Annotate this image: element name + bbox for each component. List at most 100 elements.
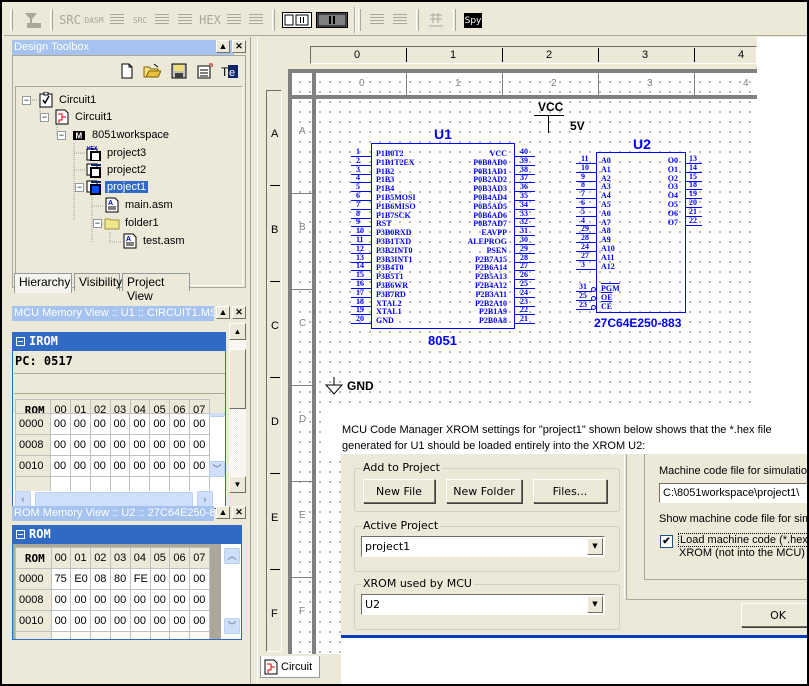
collapse-toggle[interactable]: − <box>22 96 31 105</box>
run-icon[interactable] <box>282 12 312 28</box>
rom-section-header[interactable]: ROM <box>12 525 242 544</box>
memory-byte[interactable]: 00 <box>189 610 210 632</box>
maximize-button[interactable]: ▲ <box>216 40 230 53</box>
close-button[interactable]: ✕ <box>232 506 246 519</box>
memory-byte[interactable]: 00 <box>149 413 171 435</box>
list-icon[interactable] <box>177 10 193 30</box>
collapse-toggle[interactable]: − <box>57 131 66 140</box>
u2-pin-label[interactable]: OE <box>601 293 613 302</box>
hex-button[interactable]: HEX <box>199 10 221 30</box>
ok-button[interactable]: OK <box>741 603 807 627</box>
u2-pin-label[interactable]: A11 <box>601 253 614 262</box>
scroll-down-button[interactable]: ﹀ <box>224 618 240 634</box>
src-button[interactable]: SRC <box>59 10 81 30</box>
toolbar-grip[interactable] <box>272 9 275 31</box>
machine-code-path-field[interactable]: C:\8051workspace\project1\ <box>659 483 807 503</box>
u2-pin-label[interactable]: O7 <box>668 218 678 227</box>
memory-byte[interactable]: 00 <box>129 610 151 632</box>
tab-project-view[interactable]: Project View <box>122 273 190 303</box>
memory-byte[interactable]: 00 <box>149 610 171 632</box>
u1-pin-label[interactable]: VCC <box>490 149 507 158</box>
gnd-symbol[interactable] <box>324 377 346 397</box>
u1-pin-label[interactable]: P0B4AD4 <box>473 193 507 202</box>
u1-pin-label[interactable]: ALEPROG <box>467 237 507 246</box>
new-folder-button[interactable]: New Folder <box>446 479 522 503</box>
u1-pin-label[interactable]: P0B3AD3 <box>473 184 507 193</box>
u1-pin-label[interactable]: P0B6AD6 <box>473 211 507 220</box>
memory-byte[interactable]: 00 <box>129 413 151 435</box>
tree-node-folder1[interactable]: folder1 <box>104 215 161 231</box>
u1-pin-label[interactable]: P2B7A15 <box>475 255 507 264</box>
memory-byte[interactable]: 00 <box>89 413 111 435</box>
tab-hierarchy[interactable]: Hierarchy <box>14 273 72 293</box>
load-machine-code-checkbox[interactable]: ✔ <box>660 535 673 548</box>
u1-pin-label[interactable]: PSEN <box>487 246 507 255</box>
memory-byte[interactable]: 00 <box>129 589 151 611</box>
memory-byte[interactable]: 75 <box>50 568 72 590</box>
tree-node-test-asm[interactable]: A test.asm <box>122 233 187 249</box>
memory-byte[interactable]: 00 <box>129 455 151 477</box>
collapse-toggle[interactable]: − <box>40 113 49 122</box>
u1-pin-label[interactable]: P3B5T1 <box>376 272 404 281</box>
u2-pin-label[interactable]: O2 <box>668 174 678 183</box>
save-icon[interactable] <box>171 63 187 79</box>
scroll-up-button[interactable]: ︿ <box>224 548 240 564</box>
src-small-button[interactable]: SRC <box>132 10 148 30</box>
filter-icon[interactable] <box>22 10 44 30</box>
active-project-select[interactable]: project1 ▼ <box>361 536 605 557</box>
vcc-symbol[interactable] <box>534 115 564 116</box>
u1-pin-label[interactable]: P1B4 <box>376 184 394 193</box>
u1-pin-label[interactable]: P3B4T0 <box>376 263 404 272</box>
pause-icon[interactable] <box>316 12 348 28</box>
list-icon[interactable] <box>109 10 125 30</box>
u2-pin-label[interactable]: A5 <box>601 200 611 209</box>
collapse-toggle[interactable]: − <box>93 219 102 228</box>
text-icon[interactable]: Te <box>221 63 239 79</box>
u1-pin-label[interactable]: P3B1TXD <box>376 237 411 246</box>
memory-byte[interactable]: 00 <box>169 413 191 435</box>
u1-pin-label[interactable]: P3B6WR <box>376 281 408 290</box>
u1-pin-label[interactable]: P1B7SCK <box>376 211 411 220</box>
u1-pin-label[interactable]: P1B2 <box>376 167 394 176</box>
memory-byte[interactable]: 00 <box>169 568 191 590</box>
collapse-toggle[interactable]: − <box>75 183 84 192</box>
memory-byte[interactable]: 08 <box>90 568 111 590</box>
u1-pin-label[interactable]: P2B0A8 <box>479 316 507 325</box>
mcu-memory-vscroll[interactable]: ▲ ▼ <box>229 323 246 493</box>
toolbar-grip[interactable] <box>453 9 456 31</box>
u2-pin-label[interactable]: O5 <box>668 200 678 209</box>
properties-icon[interactable] <box>197 63 213 79</box>
new-icon[interactable] <box>119 63 135 79</box>
u2-pin-label[interactable]: O0 <box>668 156 678 165</box>
memory-byte[interactable]: E0 <box>70 568 92 590</box>
memory-byte[interactable]: 00 <box>189 455 210 477</box>
list-icon[interactable] <box>154 10 170 30</box>
tree-node-main-asm[interactable]: A main.asm <box>104 197 175 213</box>
memory-byte[interactable]: 00 <box>109 413 131 435</box>
memory-byte[interactable]: 00 <box>109 434 131 456</box>
memory-byte[interactable]: 00 <box>149 455 171 477</box>
memory-byte[interactable]: 00 <box>169 455 191 477</box>
memory-byte[interactable]: 00 <box>89 434 111 456</box>
u1-pin-label[interactable]: P0B0AD0 <box>473 158 507 167</box>
memory-byte[interactable]: 00 <box>149 434 171 456</box>
tree-node-circuit1-schematic[interactable]: Circuit1 <box>54 109 114 125</box>
scroll-left-button[interactable]: ‹ <box>15 491 31 507</box>
memory-byte[interactable]: 00 <box>169 589 191 611</box>
u1-pin-label[interactable]: P3B7RD <box>376 290 406 299</box>
u2-pin-label[interactable]: A2 <box>601 174 611 183</box>
xrom-select[interactable]: U2 ▼ <box>361 594 605 615</box>
u1-pin-label[interactable]: P1B3 <box>376 175 394 184</box>
u1-pin-label[interactable]: P1B0T2 <box>376 149 404 158</box>
u2-pin-label[interactable]: PGM <box>601 284 620 293</box>
u1-pin-label[interactable]: P0B1AD1 <box>473 167 507 176</box>
memory-byte[interactable]: 00 <box>49 434 71 456</box>
u2-pin-label[interactable]: A1 <box>601 165 611 174</box>
u1-pin-label[interactable]: P2B6A14 <box>475 263 507 272</box>
memory-byte[interactable]: 00 <box>149 568 171 590</box>
memory-byte[interactable]: 00 <box>50 589 72 611</box>
tree-node-project1[interactable]: project1 <box>86 179 149 195</box>
u1-pin-label[interactable]: XTAL1 <box>376 307 402 316</box>
u2-pin-label[interactable]: A0 <box>601 156 611 165</box>
u1-pin-label[interactable]: P2B1A9 <box>479 307 507 316</box>
